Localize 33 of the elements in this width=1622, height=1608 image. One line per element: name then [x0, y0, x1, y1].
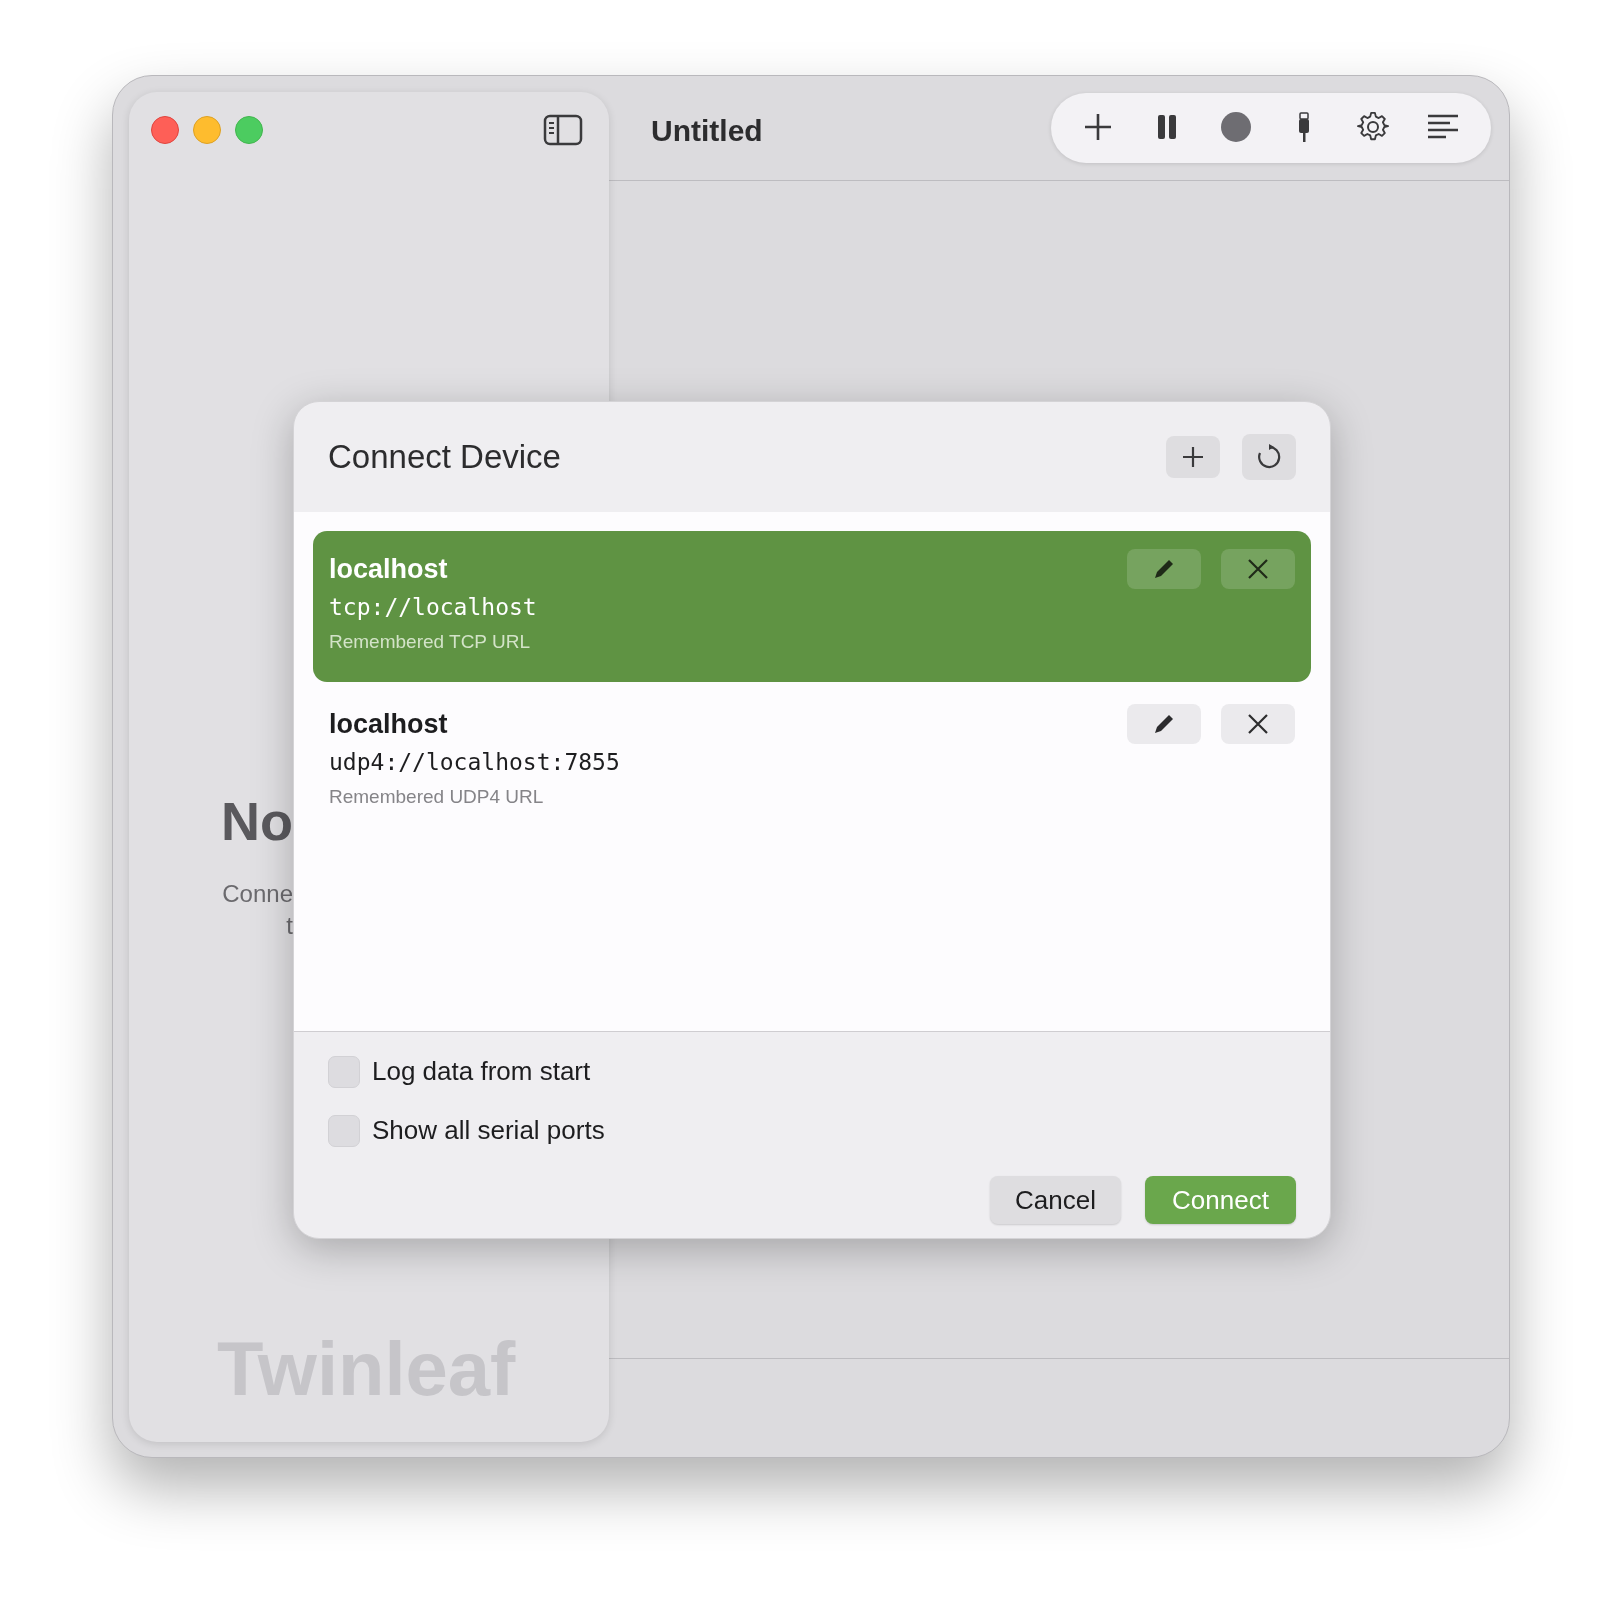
- add-button[interactable]: [1166, 436, 1220, 478]
- device-row[interactable]: localhost tcp://localhost Remembered TCP URL: [313, 531, 1311, 682]
- close-icon: [1247, 713, 1269, 735]
- close-icon: [1247, 558, 1269, 580]
- checkbox[interactable]: [328, 1055, 360, 1088]
- empty-state-text: t: [286, 911, 293, 941]
- pencil-icon: [1153, 558, 1175, 580]
- empty-state-title: No: [221, 794, 293, 848]
- device-description: Remembered UDP4 URL: [329, 785, 544, 809]
- remove-button[interactable]: [1221, 549, 1295, 589]
- empty-state-text: Conne: [222, 879, 293, 909]
- refresh-button[interactable]: [1242, 434, 1296, 480]
- device-name: localhost: [329, 708, 448, 740]
- checkbox[interactable]: [328, 1114, 360, 1147]
- pencil-icon: [1153, 713, 1175, 735]
- device-name: localhost: [329, 553, 448, 585]
- refresh-icon: [1256, 444, 1282, 470]
- cancel-button[interactable]: Cancel: [990, 1176, 1121, 1224]
- checkbox-label: Show all serial ports: [372, 1114, 605, 1147]
- checkbox-label: Log data from start: [372, 1055, 591, 1088]
- edit-button[interactable]: [1127, 549, 1201, 589]
- device-url: udp4://localhost:7855: [329, 748, 620, 777]
- plus-icon: [1182, 446, 1204, 468]
- window-title: Untitled: [651, 113, 763, 149]
- remove-button[interactable]: [1221, 704, 1295, 744]
- edit-button[interactable]: [1127, 704, 1201, 744]
- sidebar-toggle-icon[interactable]: [543, 114, 583, 146]
- dialog-title: Connect Device: [328, 437, 561, 478]
- device-url: tcp://localhost: [329, 593, 537, 622]
- record-icon[interactable]: [1219, 111, 1254, 145]
- device-row[interactable]: localhost udp4://localhost:7855 Remembered UDP4 URL: [313, 686, 1311, 837]
- device-description: Remembered TCP URL: [329, 630, 530, 654]
- close-button[interactable]: [151, 116, 179, 144]
